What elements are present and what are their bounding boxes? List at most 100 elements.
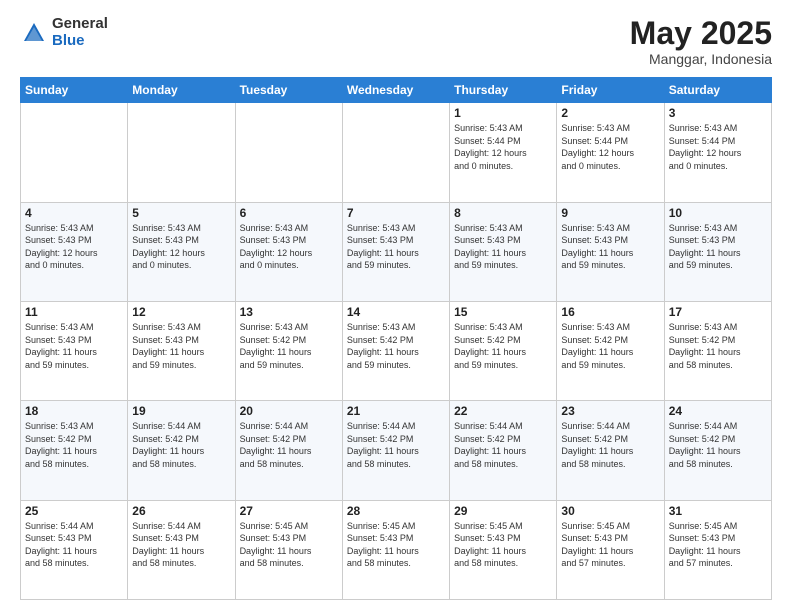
title-block: May 2025 Manggar, Indonesia — [630, 16, 772, 67]
calendar-cell: 29Sunrise: 5:45 AM Sunset: 5:43 PM Dayli… — [450, 500, 557, 599]
calendar-cell — [21, 103, 128, 202]
calendar-cell: 28 Sunrise: 5:45 AM Sunset: 5:43 PM Dayli… — [342, 500, 449, 599]
calendar-cell: 24 Sunrise: 5:44 AM Sunset: 5:42 PM Dayli… — [664, 401, 771, 500]
day-info: Sunrise: 5:43 AM Sunset: 5:42 PM Dayligh… — [561, 321, 659, 371]
day-info: Sunrise: 5:43 AM Sunset: 5:44 PM Dayligh… — [669, 122, 767, 172]
calendar-cell: 25Sunrise: 5:44 AM Sunset: 5:43 PM Dayli… — [21, 500, 128, 599]
day-number: 2 — [561, 106, 659, 120]
day-number: 9 — [561, 206, 659, 220]
day-info: Sunrise: 5:44 AM Sunset: 5:42 PM Dayligh… — [240, 420, 338, 470]
calendar-cell: 3 Sunrise: 5:43 AM Sunset: 5:44 PM Daylig… — [664, 103, 771, 202]
day-number: 20 — [240, 404, 338, 418]
day-number: 1 — [454, 106, 552, 120]
col-wednesday: Wednesday — [342, 78, 449, 103]
day-info: Sunrise: 5:43 AM Sunset: 5:44 PM Dayligh… — [561, 122, 659, 172]
calendar-cell: 26Sunrise: 5:44 AM Sunset: 5:43 PM Dayli… — [128, 500, 235, 599]
day-info: Sunrise: 5:44 AM Sunset: 5:42 PM Dayligh… — [561, 420, 659, 470]
calendar-cell: 20 Sunrise: 5:44 AM Sunset: 5:42 PM Dayli… — [235, 401, 342, 500]
day-info: Sunrise: 5:43 AM Sunset: 5:43 PM Dayligh… — [347, 222, 445, 272]
calendar-cell: 6 Sunrise: 5:43 AM Sunset: 5:43 PM Daylig… — [235, 202, 342, 301]
col-thursday: Thursday — [450, 78, 557, 103]
day-number: 14 — [347, 305, 445, 319]
day-info: Sunrise: 5:43 AM Sunset: 5:42 PM Dayligh… — [669, 321, 767, 371]
calendar-cell: 2 Sunrise: 5:43 AM Sunset: 5:44 PM Daylig… — [557, 103, 664, 202]
calendar-cell: 11 Sunrise: 5:43 AM Sunset: 5:43 PM Dayli… — [21, 301, 128, 400]
calendar-cell: 30 Sunrise: 5:45 AM Sunset: 5:43 PM Dayli… — [557, 500, 664, 599]
col-saturday: Saturday — [664, 78, 771, 103]
calendar-week-4: 18 Sunrise: 5:43 AM Sunset: 5:42 PM Dayli… — [21, 401, 772, 500]
day-number: 27 — [240, 504, 338, 518]
day-number: 29 — [454, 504, 552, 518]
col-sunday: Sunday — [21, 78, 128, 103]
day-info: Sunrise: 5:43 AM Sunset: 5:42 PM Dayligh… — [240, 321, 338, 371]
day-info: Sunrise: 5:45 AM Sunset: 5:43 PM Dayligh… — [347, 520, 445, 570]
logo-blue: Blue — [52, 32, 85, 49]
day-number: 26 — [132, 504, 230, 518]
calendar-cell: 14Sunrise: 5:43 AM Sunset: 5:42 PM Dayli… — [342, 301, 449, 400]
calendar-cell: 31 Sunrise: 5:45 AM Sunset: 5:43 PM Dayli… — [664, 500, 771, 599]
calendar-cell: 17 Sunrise: 5:43 AM Sunset: 5:42 PM Dayli… — [664, 301, 771, 400]
day-info: Sunrise: 5:43 AM Sunset: 5:43 PM Dayligh… — [132, 222, 230, 272]
header: General Blue May 2025 Manggar, Indonesia — [20, 16, 772, 67]
logo-icon — [20, 19, 48, 47]
day-info: Sunrise: 5:44 AM Sunset: 5:43 PM Dayligh… — [25, 520, 123, 570]
day-number: 24 — [669, 404, 767, 418]
day-number: 31 — [669, 504, 767, 518]
day-number: 18 — [25, 404, 123, 418]
day-number: 19 — [132, 404, 230, 418]
day-info: Sunrise: 5:43 AM Sunset: 5:42 PM Dayligh… — [25, 420, 123, 470]
calendar-cell: 1 Sunrise: 5:43 AM Sunset: 5:44 PM Daylig… — [450, 103, 557, 202]
calendar-table: Sunday Monday Tuesday Wednesday Thursday… — [20, 77, 772, 600]
calendar-cell: 4Sunrise: 5:43 AM Sunset: 5:43 PM Daylig… — [21, 202, 128, 301]
calendar-cell: 23 Sunrise: 5:44 AM Sunset: 5:42 PM Dayli… — [557, 401, 664, 500]
calendar-cell: 5 Sunrise: 5:43 AM Sunset: 5:43 PM Daylig… — [128, 202, 235, 301]
day-info: Sunrise: 5:43 AM Sunset: 5:43 PM Dayligh… — [25, 222, 123, 272]
day-number: 12 — [132, 305, 230, 319]
page: General Blue May 2025 Manggar, Indonesia… — [0, 0, 792, 612]
calendar-cell: 9Sunrise: 5:43 AM Sunset: 5:43 PM Daylig… — [557, 202, 664, 301]
calendar-cell: 19 Sunrise: 5:44 AM Sunset: 5:42 PM Dayli… — [128, 401, 235, 500]
day-number: 17 — [669, 305, 767, 319]
calendar-cell: 7Sunrise: 5:43 AM Sunset: 5:43 PM Daylig… — [342, 202, 449, 301]
calendar-cell: 15 Sunrise: 5:43 AM Sunset: 5:42 PM Dayli… — [450, 301, 557, 400]
day-info: Sunrise: 5:44 AM Sunset: 5:42 PM Dayligh… — [347, 420, 445, 470]
logo: General Blue — [20, 16, 108, 49]
day-number: 11 — [25, 305, 123, 319]
calendar-week-5: 25Sunrise: 5:44 AM Sunset: 5:43 PM Dayli… — [21, 500, 772, 599]
day-number: 10 — [669, 206, 767, 220]
calendar-cell: 10 Sunrise: 5:43 AM Sunset: 5:43 PM Dayli… — [664, 202, 771, 301]
day-info: Sunrise: 5:43 AM Sunset: 5:43 PM Dayligh… — [132, 321, 230, 371]
day-info: Sunrise: 5:43 AM Sunset: 5:43 PM Dayligh… — [669, 222, 767, 272]
calendar-cell: 27 Sunrise: 5:45 AM Sunset: 5:43 PM Dayli… — [235, 500, 342, 599]
col-friday: Friday — [557, 78, 664, 103]
day-info: Sunrise: 5:45 AM Sunset: 5:43 PM Dayligh… — [669, 520, 767, 570]
day-number: 13 — [240, 305, 338, 319]
calendar-week-1: 1 Sunrise: 5:43 AM Sunset: 5:44 PM Daylig… — [21, 103, 772, 202]
day-info: Sunrise: 5:44 AM Sunset: 5:42 PM Dayligh… — [669, 420, 767, 470]
calendar-cell — [128, 103, 235, 202]
logo-general: General — [52, 15, 108, 32]
day-info: Sunrise: 5:43 AM Sunset: 5:44 PM Dayligh… — [454, 122, 552, 172]
day-number: 15 — [454, 305, 552, 319]
day-info: Sunrise: 5:44 AM Sunset: 5:42 PM Dayligh… — [132, 420, 230, 470]
calendar-cell — [235, 103, 342, 202]
calendar-cell: 16Sunrise: 5:43 AM Sunset: 5:42 PM Dayli… — [557, 301, 664, 400]
day-number: 6 — [240, 206, 338, 220]
day-info: Sunrise: 5:45 AM Sunset: 5:43 PM Dayligh… — [561, 520, 659, 570]
day-number: 5 — [132, 206, 230, 220]
day-number: 28 — [347, 504, 445, 518]
day-info: Sunrise: 5:43 AM Sunset: 5:43 PM Dayligh… — [25, 321, 123, 371]
col-tuesday: Tuesday — [235, 78, 342, 103]
calendar-cell: 21 Sunrise: 5:44 AM Sunset: 5:42 PM Dayli… — [342, 401, 449, 500]
day-number: 30 — [561, 504, 659, 518]
calendar-week-3: 11 Sunrise: 5:43 AM Sunset: 5:43 PM Dayli… — [21, 301, 772, 400]
calendar-cell: 22Sunrise: 5:44 AM Sunset: 5:42 PM Dayli… — [450, 401, 557, 500]
day-info: Sunrise: 5:45 AM Sunset: 5:43 PM Dayligh… — [240, 520, 338, 570]
day-number: 21 — [347, 404, 445, 418]
day-info: Sunrise: 5:43 AM Sunset: 5:42 PM Dayligh… — [454, 321, 552, 371]
day-info: Sunrise: 5:44 AM Sunset: 5:42 PM Dayligh… — [454, 420, 552, 470]
calendar-header-row: Sunday Monday Tuesday Wednesday Thursday… — [21, 78, 772, 103]
day-number: 3 — [669, 106, 767, 120]
day-number: 23 — [561, 404, 659, 418]
day-info: Sunrise: 5:43 AM Sunset: 5:43 PM Dayligh… — [240, 222, 338, 272]
